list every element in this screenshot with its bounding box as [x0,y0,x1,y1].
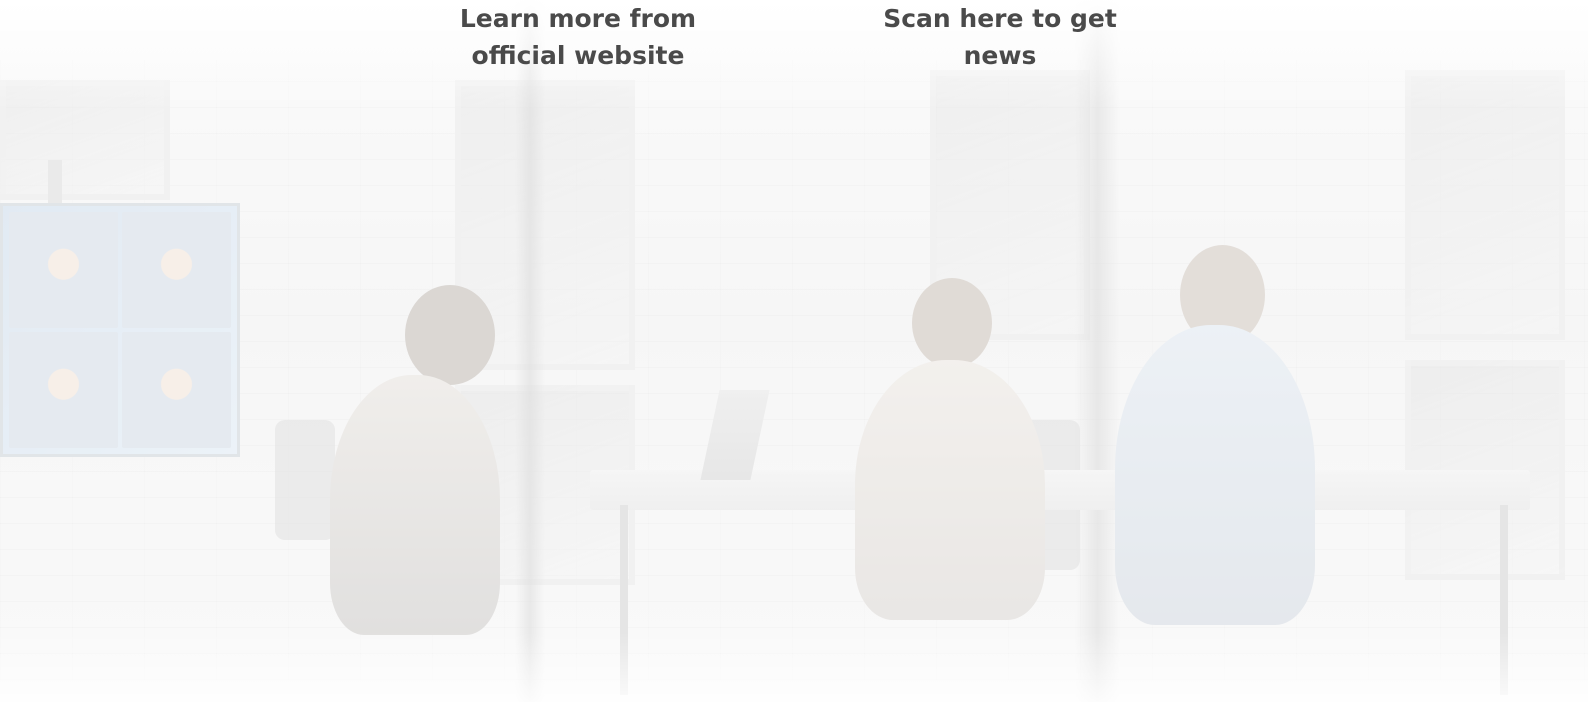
top-fade [0,0,1588,110]
bottom-fade [0,632,1588,702]
official-website-caption: Learn more from official website [459,4,697,70]
footer-banner: Learn more from official website Scan he… [0,0,1588,702]
office-meeting-background [0,0,1588,702]
news-qr-caption: Scan here to get news [883,4,1117,70]
